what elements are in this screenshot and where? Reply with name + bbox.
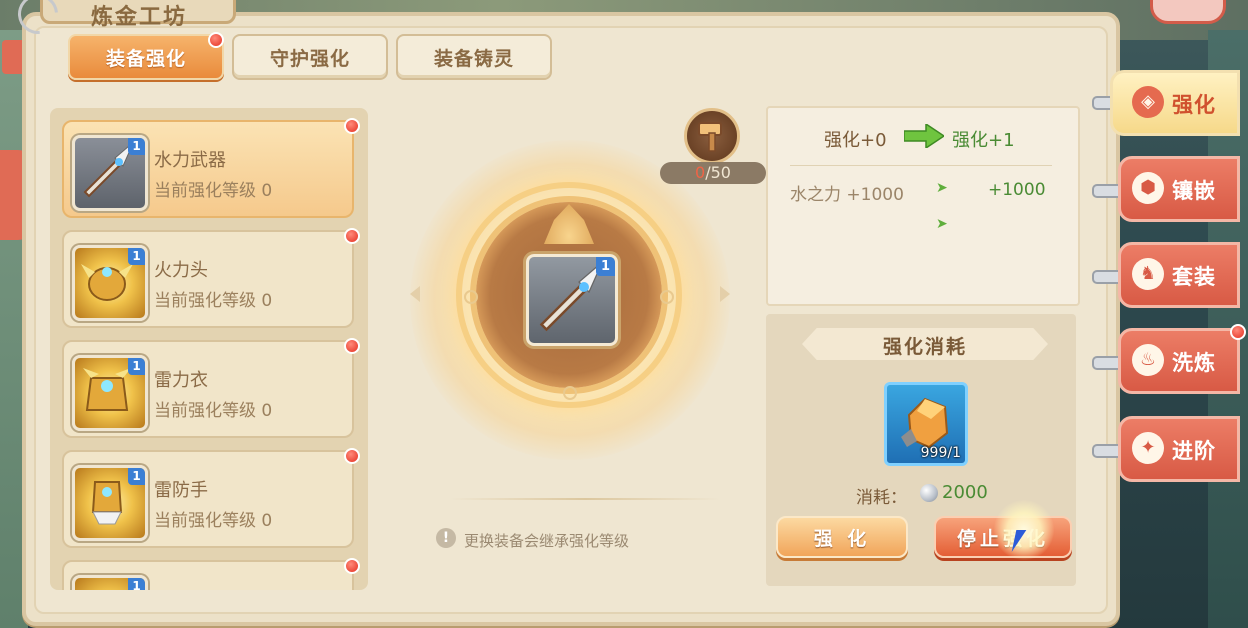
info-icon: !: [436, 528, 456, 548]
equipment-level: 当前强化等级 0: [154, 401, 273, 421]
helmet-icon: 1: [72, 245, 148, 321]
side-tab-enhance[interactable]: ◈ 强化: [1110, 70, 1248, 136]
cost-title: 强化消耗: [882, 336, 967, 358]
divider: [790, 165, 1052, 166]
red-dot-badge: [344, 338, 360, 354]
armor-icon: 1: [72, 355, 148, 431]
count-badge: 1: [128, 248, 145, 265]
equipment-level: 当前强化等级 0: [154, 181, 273, 201]
equipment-name: 雷力衣: [154, 370, 208, 391]
equipment-level: 当前强化等级 0: [154, 291, 273, 311]
count-badge: 1: [128, 468, 145, 485]
red-dot-badge: [208, 32, 224, 48]
prev-arrow-icon[interactable]: [410, 286, 420, 302]
button-label: 强 化: [813, 527, 871, 550]
chevron-right-icon: ➤: [936, 180, 948, 196]
equipment-level: 当前强化等级 0: [154, 511, 273, 531]
tab-equip-enhance[interactable]: 装备强化: [68, 34, 224, 80]
sword-icon: 1: [72, 135, 148, 211]
side-tab-label: 套装: [1172, 265, 1216, 289]
window-title: 炼金工坊: [91, 5, 188, 30]
tab-label: 装备铸灵: [433, 47, 514, 70]
enhance-button[interactable]: 强 化: [776, 516, 908, 558]
red-dot-badge: [344, 558, 360, 574]
count-badge: 1: [128, 578, 145, 590]
side-tab-inlay[interactable]: ⬢ 镶嵌: [1118, 156, 1248, 222]
equipment-list[interactable]: 1 水力武器 当前强化等级 0 1 火力头 当前强化等级 0 1 雷力衣 当前强…: [50, 108, 368, 590]
count-badge: 1: [128, 358, 145, 375]
equipment-item-thunder-glove[interactable]: 1 雷防手 当前强化等级 0: [62, 450, 354, 548]
next-level: 强化+1: [952, 130, 1015, 151]
selected-equipment-slot[interactable]: 1: [526, 254, 618, 346]
item-icon: 1: [72, 575, 148, 590]
hammer-max: /50: [705, 163, 731, 182]
ring-dot: [563, 386, 577, 400]
count-badge: 1: [128, 138, 145, 155]
glove-icon: 1: [72, 465, 148, 541]
equipment-name: 水力武器: [154, 150, 226, 171]
red-dot-badge: [344, 448, 360, 464]
close-button[interactable]: [1150, 0, 1226, 24]
ring-dot: [660, 290, 674, 304]
tab-label: 装备强化: [105, 47, 186, 70]
tab-guard-enhance[interactable]: 守护强化: [232, 34, 388, 80]
equipment-item-partial[interactable]: 1: [62, 560, 354, 590]
hammer-icon: [684, 108, 740, 164]
side-tab-label: 洗炼: [1172, 351, 1216, 375]
hammer-counter: 0/50: [660, 162, 766, 184]
red-dot-badge: [344, 118, 360, 134]
equipment-item-water-weapon[interactable]: 1 水力武器 当前强化等级 0: [62, 120, 354, 218]
refine-icon: ♨: [1132, 344, 1164, 376]
equipment-name: 火力头: [154, 260, 208, 281]
window-title-tab: 炼金工坊: [40, 0, 236, 30]
equipment-item-thunder-armor[interactable]: 1 雷力衣 当前强化等级 0: [62, 340, 354, 438]
equipment-name: 雷防手: [154, 480, 208, 501]
green-arrow-icon: [904, 124, 944, 148]
enhance-icon: ◈: [1132, 86, 1164, 118]
tab-label: 守护强化: [269, 47, 350, 70]
hammer-current: 0: [695, 163, 706, 182]
count-badge: 1: [596, 257, 615, 276]
red-dot-badge: [1230, 324, 1246, 340]
inlay-icon: ⬢: [1132, 172, 1164, 204]
silver-coin-icon: [920, 484, 938, 502]
hint-text: 更换装备会继承强化等级: [464, 532, 630, 550]
material-slot[interactable]: 999/1: [884, 382, 968, 466]
side-tab-advance[interactable]: ✦ 进阶: [1118, 416, 1248, 482]
chevron-right-icon: ➤: [936, 216, 948, 232]
side-tab-refine[interactable]: ♨ 洗炼: [1118, 328, 1248, 394]
attr-next: +1000: [988, 180, 1046, 200]
side-tab-label: 进阶: [1172, 439, 1216, 463]
divider: [450, 498, 720, 500]
side-tab-label: 镶嵌: [1172, 179, 1216, 203]
attr-current: 水之力 +1000: [790, 185, 904, 205]
tab-equip-soul[interactable]: 装备铸灵: [396, 34, 552, 80]
set-icon: ♞: [1132, 258, 1164, 290]
current-level: 强化+0: [824, 130, 887, 151]
advance-icon: ✦: [1132, 432, 1164, 464]
cost-value: 2000: [942, 482, 988, 503]
cost-label: 消耗：: [856, 488, 907, 508]
side-tab-set[interactable]: ♞ 套装: [1118, 242, 1248, 308]
side-tab-label: 强化: [1172, 93, 1216, 117]
material-count: 999/1: [920, 445, 961, 461]
equipment-item-fire-helmet[interactable]: 1 火力头 当前强化等级 0: [62, 230, 354, 328]
red-dot-badge: [344, 228, 360, 244]
ring-dot: [464, 290, 478, 304]
next-arrow-icon[interactable]: [720, 286, 730, 302]
